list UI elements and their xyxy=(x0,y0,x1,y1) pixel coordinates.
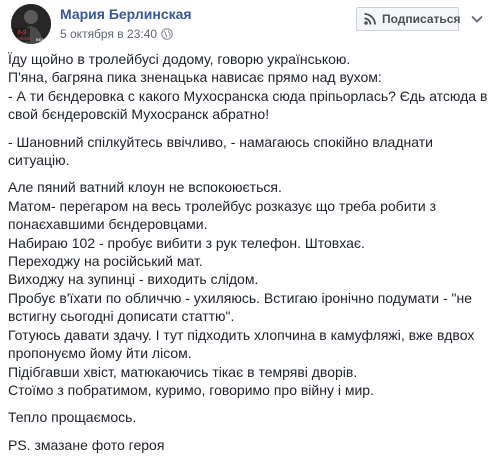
post-line: Виходжу на зупинці - виходить слідом. xyxy=(8,271,259,288)
post-line: PS. змазане фото героя xyxy=(8,436,165,453)
avatar-text-top: 8-9 xyxy=(18,30,27,36)
avatar-text-mid: ВЕРЕСНЯ xyxy=(14,37,31,41)
post-line: Але пяний ватний клоун не вспокоюється. xyxy=(8,179,282,196)
chevron-down-icon xyxy=(471,10,483,28)
post-line: П'яна, багряна пика зненацька нависає пр… xyxy=(8,69,382,86)
post-meta: 5 октября в 23:40 xyxy=(60,27,173,41)
post-header: 8-9 ВЕРЕСНЯ BEAT Мария Берлинская 5 октя… xyxy=(0,0,493,52)
avatar[interactable]: 8-9 ВЕРЕСНЯ BEAT xyxy=(11,4,51,44)
post-paragraph: Але пяний ватний клоун не вспокоюється. … xyxy=(8,178,488,399)
rss-icon xyxy=(363,12,377,26)
post-line: Стоїмо з побратимом, куримо, говоримо пр… xyxy=(8,381,374,398)
follow-button[interactable]: Подписаться xyxy=(356,7,461,31)
post-paragraph: Тепло прощаємось. xyxy=(8,408,488,426)
post-line: Готуюсь давати здачу. І тут підходить хл… xyxy=(8,326,475,362)
post-paragraph: PS. змазане фото героя xyxy=(8,436,488,454)
post-paragraph: - Шановний спілкуйтесь ввічливо, - намаг… xyxy=(8,133,488,170)
post-line: Пробує в'їхати по обличчю - ухиляюсь. Вс… xyxy=(8,289,473,325)
post-line: - Шановний спілкуйтесь ввічливо, - намаг… xyxy=(8,133,433,169)
avatar-image: 8-9 ВЕРЕСНЯ BEAT xyxy=(11,4,51,44)
post-line: - А ти бєндеровка с какого Мухосранска с… xyxy=(8,87,488,123)
post-timestamp[interactable]: 5 октября в 23:40 xyxy=(60,27,157,41)
post-line: Набираю 102 - пробує вибити з рук телефо… xyxy=(8,234,365,251)
follow-label: Подписаться xyxy=(382,12,461,26)
post-line: Переходжу на російський мат. xyxy=(8,253,203,270)
avatar-text-bottom: BEAT xyxy=(36,37,47,42)
post-line: Тепло прощаємось. xyxy=(8,409,137,426)
post-body: Їду щойно в тролейбусі додому, говорю ук… xyxy=(8,50,488,463)
author-name[interactable]: Мария Берлинская xyxy=(60,6,192,22)
post-paragraph: Їду щойно в тролейбусі додому, говорю ук… xyxy=(8,50,488,124)
post-line: Їду щойно в тролейбусі додому, говорю ук… xyxy=(8,51,351,67)
more-options-button[interactable] xyxy=(466,8,488,30)
post-line: Підібгавши хвіст, матюкаючись тікає в те… xyxy=(8,363,358,380)
post-line: Матом- перегаром на весь тролейбус розка… xyxy=(8,197,437,233)
globe-icon[interactable] xyxy=(161,28,173,40)
